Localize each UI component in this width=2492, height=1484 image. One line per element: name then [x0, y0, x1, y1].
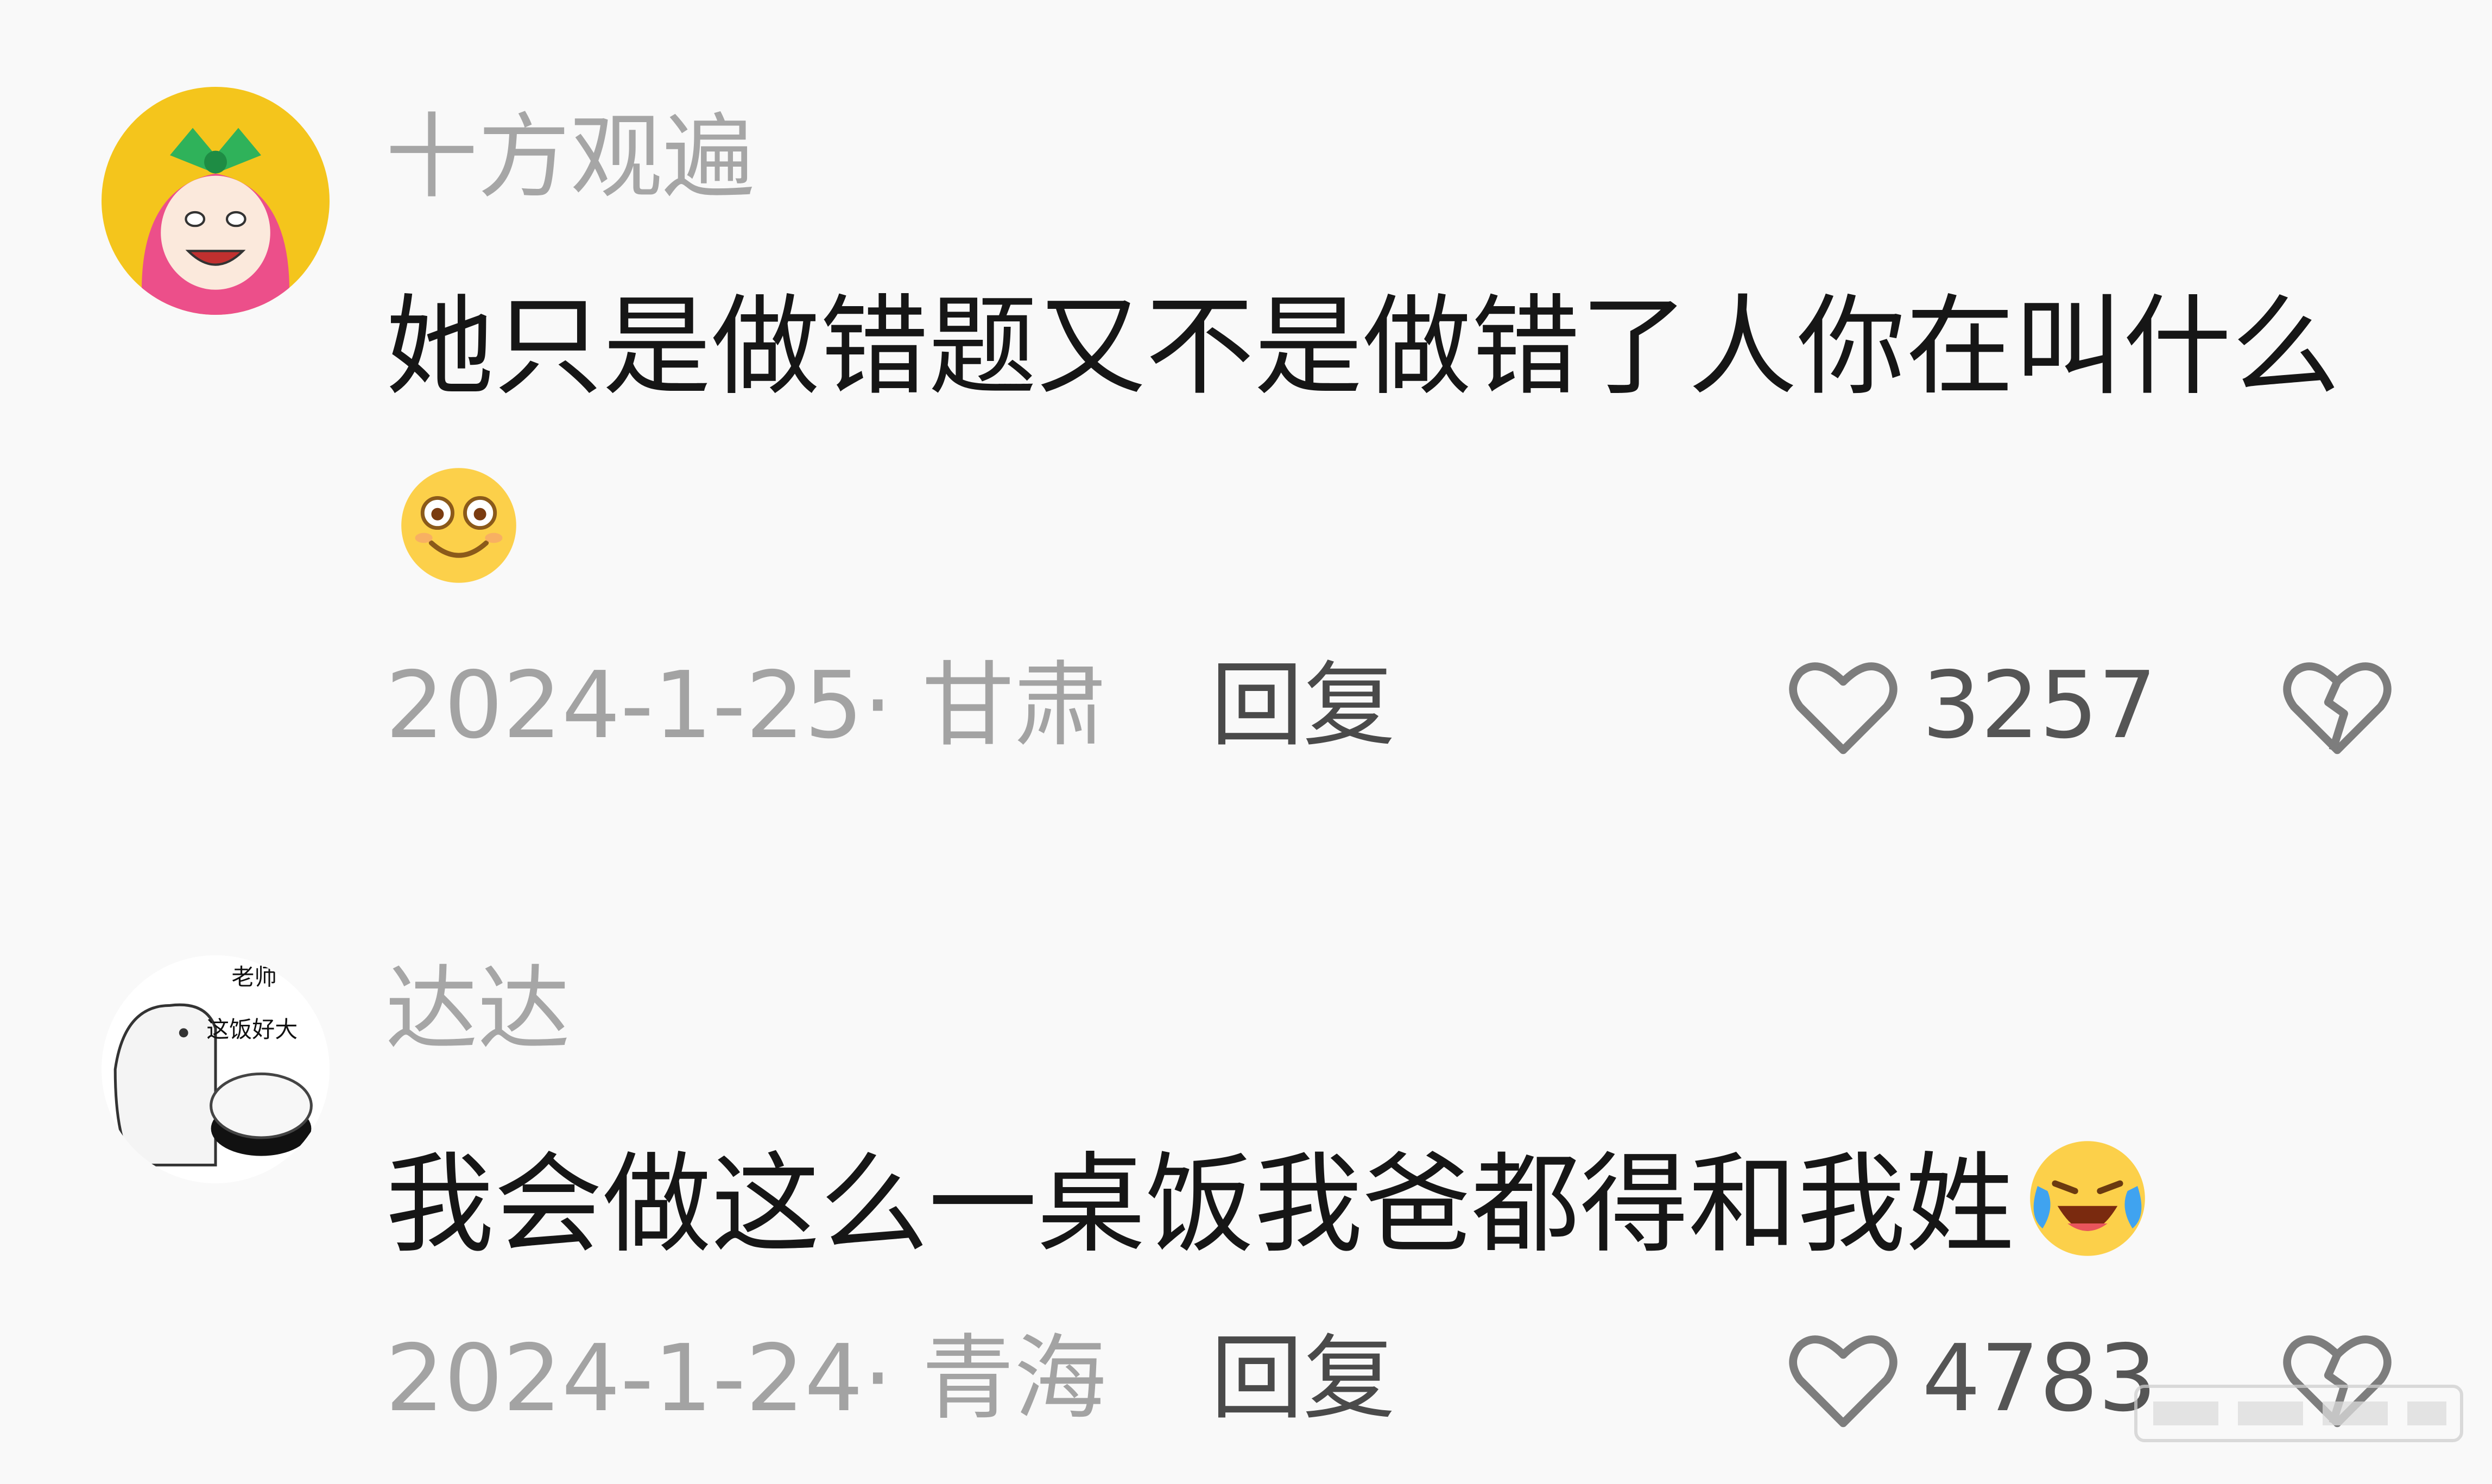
- smile-emoji-icon: [396, 463, 521, 588]
- avatar[interactable]: [102, 87, 330, 315]
- username[interactable]: 达达: [385, 963, 570, 1056]
- comment-text-content: 她只是做错题又不是做错了人你在叫什么: [385, 284, 2341, 410]
- laughing-crying-emoji-icon: [2025, 1136, 2150, 1261]
- avatar-caption: 这饭好大: [206, 1016, 298, 1043]
- like-button[interactable]: 4783: [1786, 1324, 2157, 1433]
- comment-text: 我会做这么一桌饭我爸都得和我姓: [385, 1113, 2351, 1297]
- reply-button[interactable]: 回复: [1211, 1324, 1395, 1433]
- dislike-button[interactable]: [2280, 651, 2394, 760]
- date-location: 2024-1-25· 甘肃: [385, 652, 1106, 759]
- like-button[interactable]: 3257: [1786, 651, 2157, 760]
- date-location: 2024-1-24· 青海: [385, 1325, 1106, 1432]
- like-count: 4783: [1922, 1325, 2157, 1432]
- avatar-caption: 老师: [231, 964, 277, 991]
- heart-outline-icon: [1789, 1335, 1898, 1428]
- watermark: [2134, 1375, 2470, 1451]
- avatar[interactable]: 老师 这饭好大: [102, 955, 330, 1183]
- comment-text-content: 我会做这么一桌饭我爸都得和我姓: [385, 1141, 2015, 1268]
- broken-heart-icon: [2283, 662, 2392, 754]
- teacher-rice-meme-avatar: 老师 这饭好大: [102, 955, 330, 1183]
- comment-meta: 2024-1-25· 甘肃 回复 3257: [385, 651, 2416, 760]
- comment-item: 老师 这饭好大 达达 我会做这么一桌饭我爸都得和我姓 2024-1-24· 青海…: [0, 787, 2492, 1484]
- username[interactable]: 十方观遍: [385, 111, 755, 204]
- comment-text: 她只是做错题又不是做错了人你在叫什么: [385, 255, 2351, 624]
- girl-with-bow-avatar: [102, 87, 330, 315]
- comment-item: 十方观遍 她只是做错题又不是做错了人你在叫什么 2024-1-25· 甘肃 回复…: [0, 0, 2492, 787]
- reply-button[interactable]: 回复: [1211, 651, 1395, 760]
- like-count: 3257: [1922, 652, 2157, 759]
- heart-outline-icon: [1789, 662, 1898, 754]
- comment-meta: 2024-1-24· 青海 回复 4783: [385, 1324, 2416, 1433]
